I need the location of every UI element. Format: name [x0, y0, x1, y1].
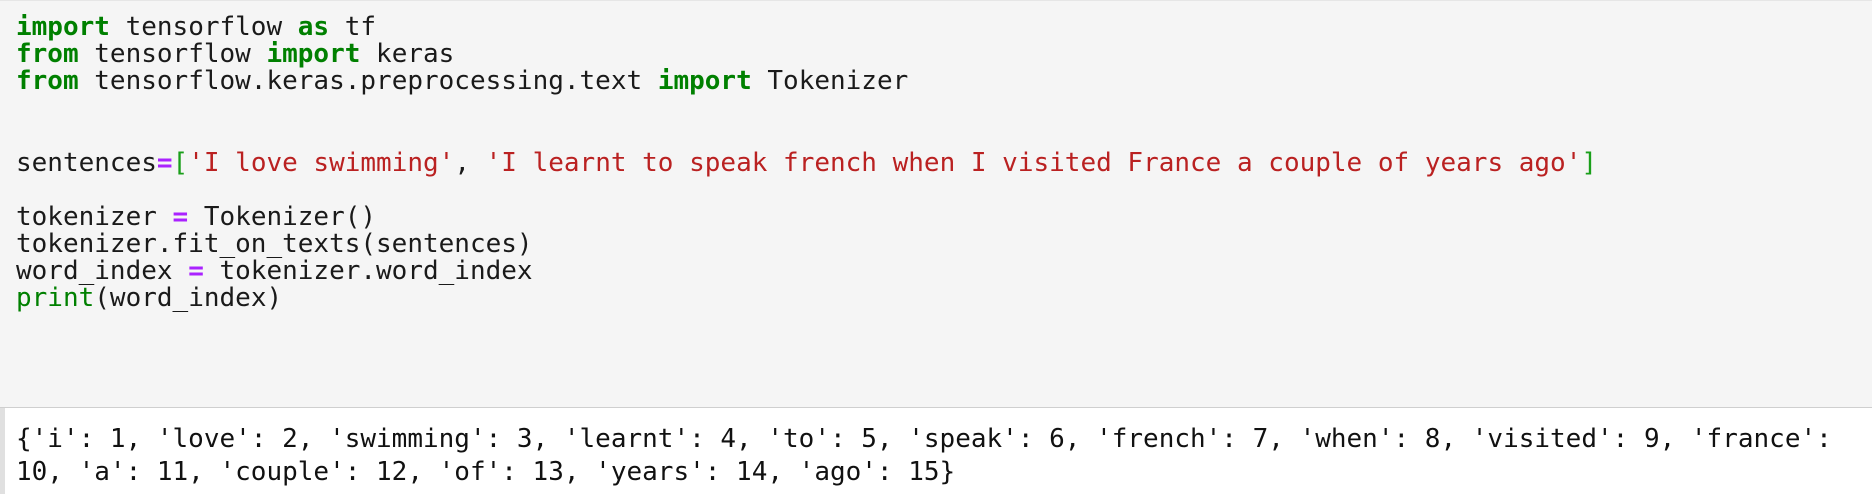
separator: ,	[454, 148, 486, 178]
bracket: ]	[1581, 148, 1598, 178]
code-line-print: print(word_index)	[16, 282, 282, 314]
operator: =	[156, 148, 173, 178]
string-literal: 'I love swimming'	[188, 148, 455, 178]
keyword: import	[657, 66, 752, 96]
variable-name: sentences	[16, 148, 157, 178]
code-line-3: from tensorflow.keras.preprocessing.text…	[16, 65, 908, 97]
string-literal: 'I learnt to speak french when I visited…	[485, 148, 1582, 178]
cell-output: {'i': 1, 'love': 2, 'swimming': 3, 'lear…	[16, 423, 1866, 489]
code-cell[interactable]: import tensorflow as tf from tensorflow …	[0, 0, 1872, 408]
builtin-function: print	[16, 283, 95, 313]
code-text: (word_index)	[94, 283, 283, 313]
code-line-sentences: sentences=['I love swimming', 'I learnt …	[16, 147, 1597, 179]
keyword: from	[16, 66, 79, 96]
bracket: [	[172, 148, 189, 178]
code-text: tensorflow.keras.preprocessing.text	[78, 66, 658, 96]
output-line-1: {'i': 1, 'love': 2, 'swimming': 3, 'lear…	[16, 424, 1832, 454]
output-line-2: 10, 'a': 11, 'couple': 12, 'of': 13, 'ye…	[16, 457, 956, 487]
code-text: Tokenizer	[751, 66, 909, 96]
